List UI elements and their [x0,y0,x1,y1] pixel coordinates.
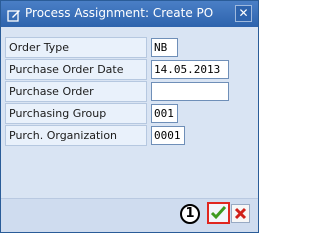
close-button[interactable]: ✕ [235,5,252,22]
title-bar[interactable]: Process Assignment: Create PO ✕ [1,1,258,27]
order-type-row: Order Type NB [5,37,228,59]
po-date-row: Purchase Order Date 14.05.2013 [5,59,229,81]
po-date-field[interactable]: 14.05.2013 [151,60,229,79]
po-date-label: Purchase Order Date [5,59,147,80]
order-type-field[interactable]: NB [151,38,178,57]
purch-group-row: Purchasing Group 001 [5,103,228,125]
purch-org-label: Purch. Organization [5,125,147,146]
purch-org-field[interactable]: 0001 [151,126,185,145]
confirm-button[interactable] [207,202,230,224]
cancel-button[interactable] [231,204,250,223]
dialog-title: Process Assignment: Create PO [25,6,214,20]
po-number-field[interactable] [151,82,229,101]
po-number-row: Purchase Order [5,81,229,103]
purch-group-field[interactable]: 001 [151,104,178,123]
dialog-window: Process Assignment: Create PO ✕ Order Ty… [0,0,259,233]
step-callout: 1 [180,204,200,224]
purch-org-row: Purch. Organization 0001 [5,125,228,147]
input-form: Order Type NB Purchase Order Date 14.05.… [5,37,229,147]
po-number-label: Purchase Order [5,81,147,102]
order-type-label: Order Type [5,37,147,58]
purch-group-label: Purchasing Group [5,103,147,124]
edit-doc-icon [7,7,21,22]
